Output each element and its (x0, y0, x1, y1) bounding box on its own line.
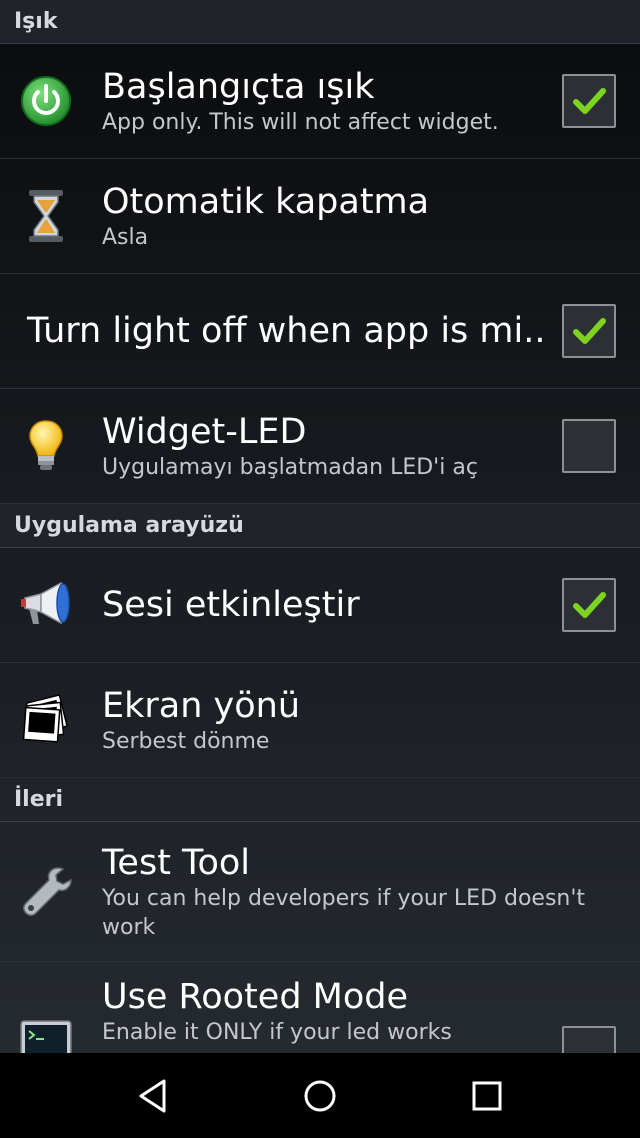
section-header-app-interface: Uygulama arayüzü (0, 504, 640, 548)
pref-summary: You can help developers if your LED does… (102, 885, 586, 940)
home-button[interactable] (290, 1066, 350, 1126)
wrench-icon (23, 866, 72, 916)
section-header-light: Işık (0, 0, 640, 44)
power-icon (21, 76, 71, 126)
widget-led-checkbox[interactable] (562, 419, 616, 473)
pref-screen-orientation[interactable]: Ekran yönü Serbest dönme (0, 663, 640, 778)
rooted-mode-checkbox[interactable] (562, 1026, 616, 1053)
check-icon (573, 592, 606, 618)
light-off-minimized-checkbox[interactable] (562, 304, 616, 358)
section-header-advanced: İleri (0, 778, 640, 822)
sound-checkbox[interactable] (562, 578, 616, 632)
pref-title: Test Tool (102, 842, 251, 883)
recents-icon (472, 1081, 502, 1110)
photos-icon (22, 694, 69, 743)
home-icon (304, 1080, 336, 1111)
section-title: İleri (14, 787, 64, 812)
pref-sound[interactable]: Sesi etkinleştir (0, 548, 640, 663)
back-icon (139, 1079, 166, 1112)
pref-light-off-minimized[interactable]: Turn light off when app is mi.. (0, 274, 640, 389)
section-title: Uygulama arayüzü (14, 513, 244, 538)
terminal-icon (20, 1020, 72, 1053)
pref-title: Başlangıçta ışık (102, 66, 375, 107)
pref-summary: Asla (102, 224, 149, 250)
pref-rooted-mode[interactable]: Use Rooted Mode Enable it ONLY if your l… (0, 962, 640, 1053)
pref-test-tool[interactable]: Test Tool You can help developers if you… (0, 822, 640, 962)
pref-title: Ekran yönü (102, 685, 301, 726)
pref-title: Turn light off when app is mi.. (27, 311, 546, 351)
pref-summary: App only. This will not affect widget. (102, 109, 499, 135)
back-button[interactable] (123, 1066, 183, 1126)
pref-title: Sesi etkinleştir (102, 585, 360, 625)
check-icon (573, 318, 606, 344)
pref-startup-light[interactable]: Başlangıçta ışık App only. This will not… (0, 44, 640, 159)
pref-summary: Serbest dönme (102, 728, 270, 754)
pref-summary: Enable it ONLY if your led works (102, 1020, 452, 1045)
preferences-list[interactable]: Işık Başlangıçta ışık App only. This wil… (0, 0, 640, 1053)
startup-light-checkbox[interactable] (562, 74, 616, 128)
pref-auto-off[interactable]: Otomatik kapatma Asla (0, 159, 640, 274)
navigation-bar (0, 1053, 640, 1138)
hourglass-icon (29, 190, 63, 242)
pref-widget-led[interactable]: Widget-LED Uygulamayı başlatmadan LED'i … (0, 389, 640, 504)
settings-screen: Işık Başlangıçta ışık App only. This wil… (0, 0, 640, 1138)
recents-button[interactable] (457, 1066, 517, 1126)
pref-title: Widget-LED (102, 411, 307, 452)
lightbulb-icon (29, 420, 63, 470)
megaphone-icon (21, 581, 70, 625)
pref-summary: Uygulamayı başlatmadan LED'i aç (102, 454, 478, 480)
section-title: Işık (14, 9, 58, 34)
check-icon (573, 88, 606, 114)
pref-title: Use Rooted Mode (102, 977, 409, 1017)
pref-title: Otomatik kapatma (102, 181, 430, 222)
